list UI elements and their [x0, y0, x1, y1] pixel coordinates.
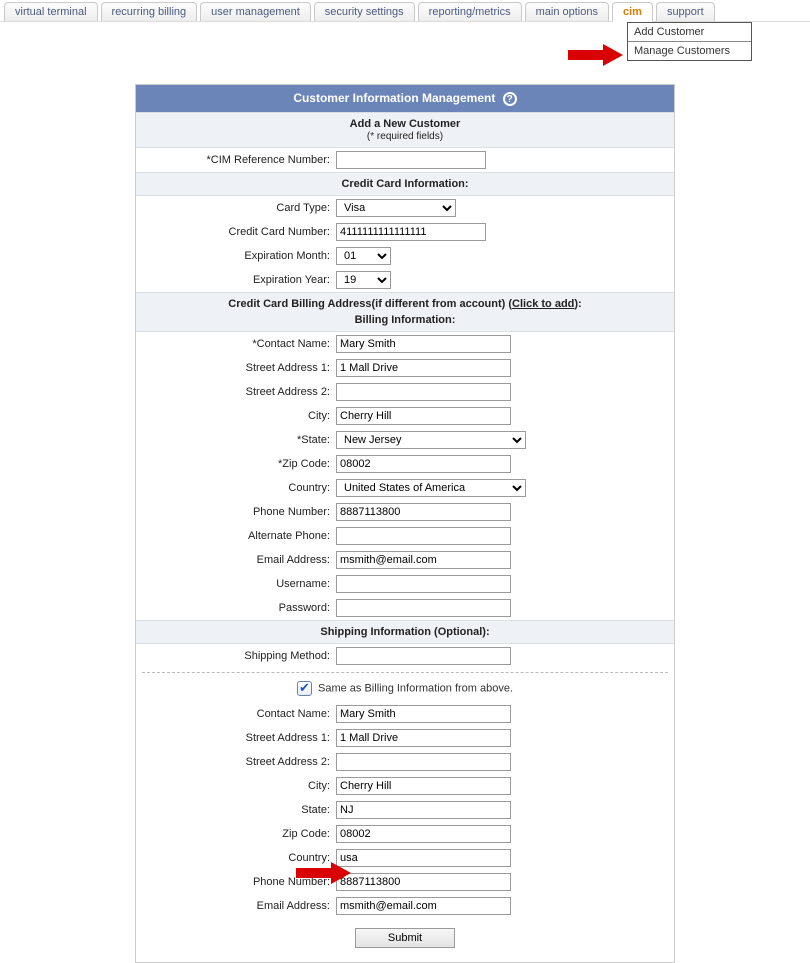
section-add-new-title: Add a New Customer	[350, 118, 461, 130]
label-b-state: *State:	[136, 434, 336, 446]
label-b-alt-phone: Alternate Phone:	[136, 530, 336, 542]
cim-form: Customer Information Management ? Add a …	[135, 84, 675, 963]
label-cim-ref: *CIM Reference Number:	[136, 154, 336, 166]
cc-billing-prefix: Credit Card Billing Address(if different…	[228, 298, 512, 310]
input-s-phone[interactable]	[336, 873, 511, 891]
label-card-type: Card Type:	[136, 202, 336, 214]
arrow-icon	[568, 44, 623, 66]
label-b-username: Username:	[136, 578, 336, 590]
submit-button[interactable]: Submit	[355, 928, 455, 948]
tab-virtual-terminal[interactable]: virtual terminal	[4, 2, 98, 21]
label-same-as-billing: Same as Billing Information from above.	[318, 682, 513, 694]
tab-security-settings[interactable]: security settings	[314, 2, 415, 21]
section-add-new: Add a New Customer (* required fields)	[136, 112, 674, 148]
input-s-zip[interactable]	[336, 825, 511, 843]
divider	[142, 672, 668, 673]
section-credit-card: Credit Card Information:	[136, 172, 674, 196]
label-s-addr1: Street Address 1:	[136, 732, 336, 744]
label-s-contact: Contact Name:	[136, 708, 336, 720]
label-s-addr2: Street Address 2:	[136, 756, 336, 768]
label-exp-year: Expiration Year:	[136, 274, 336, 286]
input-b-city[interactable]	[336, 407, 511, 425]
label-s-country: Country:	[136, 852, 336, 864]
tab-user-management[interactable]: user management	[200, 2, 311, 21]
required-fields-note: (* required fields)	[367, 131, 443, 142]
banner-title: Customer Information Management	[293, 91, 495, 105]
tab-support[interactable]: support	[656, 2, 715, 21]
dropdown-manage-customers[interactable]: Manage Customers	[628, 42, 751, 60]
label-b-zip: *Zip Code:	[136, 458, 336, 470]
label-b-contact: *Contact Name:	[136, 338, 336, 350]
select-exp-year[interactable]: 19	[336, 271, 391, 289]
input-cim-ref[interactable]	[336, 151, 486, 169]
input-s-addr2[interactable]	[336, 753, 511, 771]
form-banner: Customer Information Management ?	[136, 85, 674, 112]
label-s-state: State:	[136, 804, 336, 816]
tab-bar: virtual terminal recurring billing user …	[0, 0, 810, 22]
select-card-type[interactable]: Visa	[336, 199, 456, 217]
input-b-addr1[interactable]	[336, 359, 511, 377]
section-cc-billing: Credit Card Billing Address(if different…	[136, 292, 674, 332]
input-s-country[interactable]	[336, 849, 511, 867]
tab-reporting-metrics[interactable]: reporting/metrics	[418, 2, 522, 21]
section-billing-info: Billing Information:	[140, 314, 670, 326]
label-s-phone: Phone Number:	[136, 876, 336, 888]
input-shipping-method[interactable]	[336, 647, 511, 665]
input-b-email[interactable]	[336, 551, 511, 569]
input-cc-number[interactable]	[336, 223, 486, 241]
select-b-country[interactable]: United States of America	[336, 479, 526, 497]
label-shipping-method: Shipping Method:	[136, 650, 336, 662]
cim-dropdown: Add Customer Manage Customers	[627, 22, 752, 61]
help-icon[interactable]: ?	[503, 92, 517, 106]
label-b-email: Email Address:	[136, 554, 336, 566]
link-click-to-add[interactable]: Click to add	[512, 298, 574, 310]
input-b-zip[interactable]	[336, 455, 511, 473]
label-b-city: City:	[136, 410, 336, 422]
input-b-username[interactable]	[336, 575, 511, 593]
label-s-email: Email Address:	[136, 900, 336, 912]
tab-cim[interactable]: cim	[612, 2, 653, 22]
input-b-alt-phone[interactable]	[336, 527, 511, 545]
label-b-addr2: Street Address 2:	[136, 386, 336, 398]
input-b-contact[interactable]	[336, 335, 511, 353]
checkbox-same-as-billing[interactable]	[297, 681, 312, 696]
input-s-state[interactable]	[336, 801, 511, 819]
label-b-password: Password:	[136, 602, 336, 614]
input-s-contact[interactable]	[336, 705, 511, 723]
input-b-addr2[interactable]	[336, 383, 511, 401]
select-exp-month[interactable]: 01	[336, 247, 391, 265]
tab-main-options[interactable]: main options	[525, 2, 609, 21]
label-b-country: Country:	[136, 482, 336, 494]
cc-billing-suffix: ):	[574, 298, 581, 310]
input-s-city[interactable]	[336, 777, 511, 795]
label-b-phone: Phone Number:	[136, 506, 336, 518]
label-cc-number: Credit Card Number:	[136, 226, 336, 238]
tab-recurring-billing[interactable]: recurring billing	[101, 2, 198, 21]
section-shipping-info: Shipping Information (Optional):	[136, 620, 674, 644]
dropdown-add-customer[interactable]: Add Customer	[628, 23, 751, 42]
label-s-zip: Zip Code:	[136, 828, 336, 840]
input-s-addr1[interactable]	[336, 729, 511, 747]
input-b-password[interactable]	[336, 599, 511, 617]
label-b-addr1: Street Address 1:	[136, 362, 336, 374]
input-b-phone[interactable]	[336, 503, 511, 521]
label-exp-month: Expiration Month:	[136, 250, 336, 262]
label-s-city: City:	[136, 780, 336, 792]
select-b-state[interactable]: New Jersey	[336, 431, 526, 449]
